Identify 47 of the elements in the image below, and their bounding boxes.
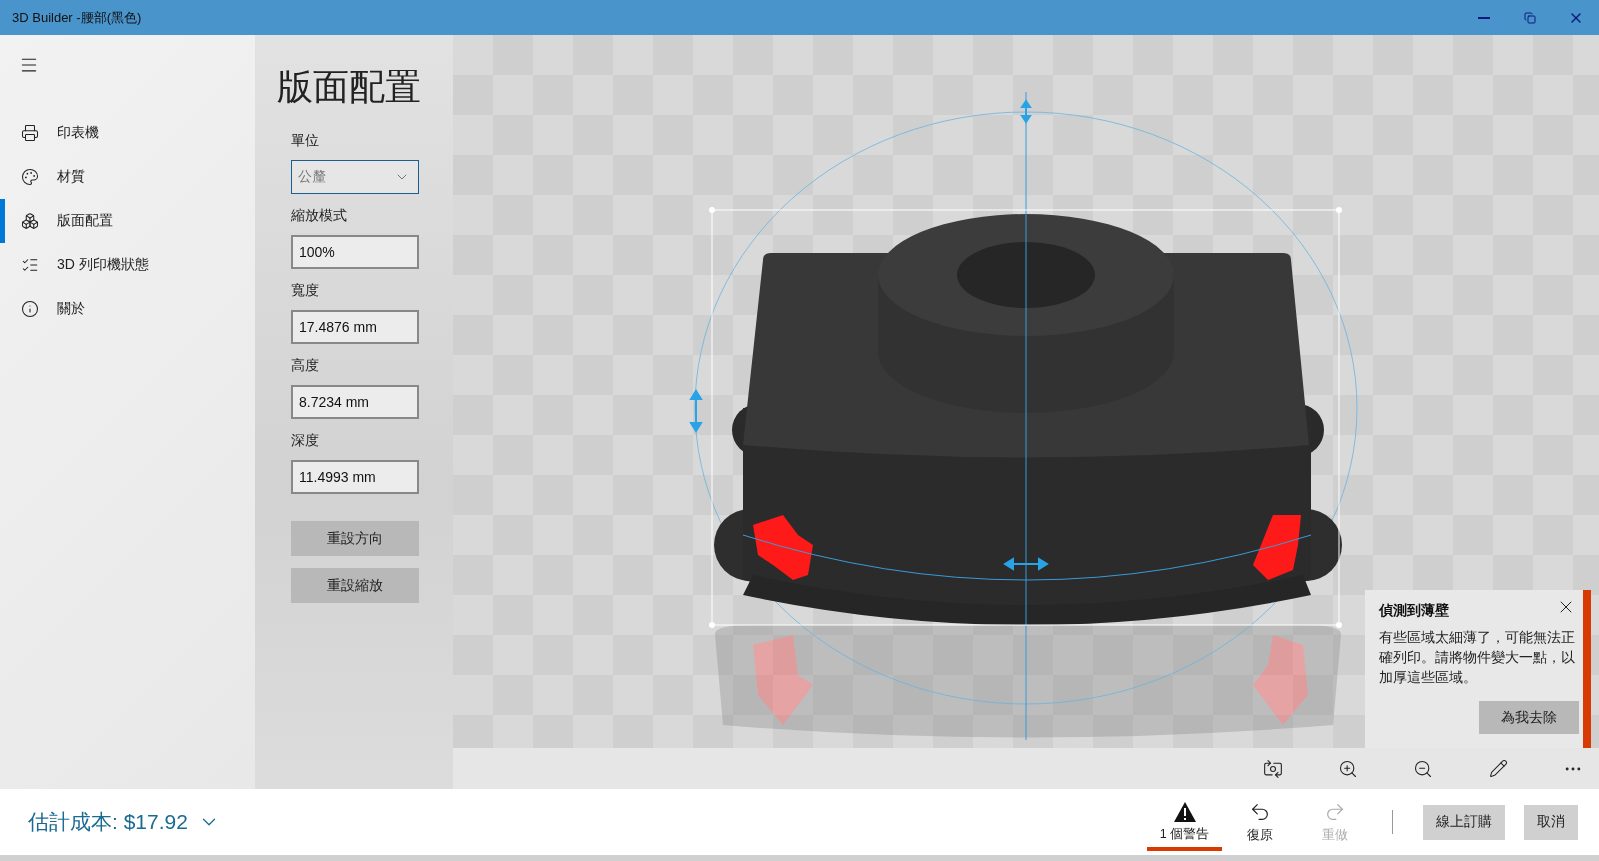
horizontal-scale-arrow[interactable] xyxy=(1003,557,1049,571)
vertical-move-arrow[interactable] xyxy=(1020,99,1032,124)
field-label: 縮放模式 xyxy=(291,207,348,225)
resize-handle[interactable] xyxy=(709,622,715,628)
build-plate-viewport[interactable]: 偵測到薄壁 有些區域太細薄了，可能無法正確列印。請將物件變大一點，以加厚這些區域。 為我去除 xyxy=(453,35,1599,748)
panel-title: 版面配置 xyxy=(277,65,422,109)
reset-button[interactable]: 重設縮放 xyxy=(291,568,419,603)
info-icon xyxy=(21,300,39,318)
sidebar-item[interactable]: 材質 xyxy=(0,155,255,199)
sidebar-item-label: 3D 列印機狀態 xyxy=(57,256,149,274)
resize-handle[interactable] xyxy=(709,207,715,213)
input-field[interactable]: 8.7234 mm xyxy=(291,385,419,419)
sidebar-item[interactable]: 關於 xyxy=(0,287,255,331)
order-online-button[interactable]: 線上訂購 xyxy=(1423,804,1505,840)
estimated-cost-dropdown[interactable]: 估計成本: $17.92 xyxy=(28,808,220,836)
field-label: 單位 xyxy=(291,132,320,150)
sidebar-item-label: 印表機 xyxy=(57,124,99,142)
vertical-scale-arrow[interactable] xyxy=(689,389,703,433)
field-label: 深度 xyxy=(291,432,320,450)
sidebar-item-label: 版面配置 xyxy=(57,212,113,230)
input-field[interactable]: 100% xyxy=(291,235,419,269)
reset-button[interactable]: 重設方向 xyxy=(291,521,419,556)
fix-button[interactable]: 為我去除 xyxy=(1479,701,1579,734)
sidebar-item[interactable]: 印表機 xyxy=(0,111,255,155)
notification-title: 偵測到薄壁 xyxy=(1379,602,1450,620)
unit-dropdown[interactable]: 公釐 xyxy=(291,160,419,194)
field-label: 高度 xyxy=(291,357,320,375)
warnings-button[interactable]: 1 個警告 xyxy=(1147,793,1222,851)
resize-handle[interactable] xyxy=(1336,207,1342,213)
checklist-icon xyxy=(21,256,39,274)
restore-icon xyxy=(1524,11,1536,24)
cubes-icon xyxy=(21,212,39,230)
minimize-icon xyxy=(1478,16,1490,19)
sidebar-item-label: 關於 xyxy=(57,300,85,318)
field-label: 寬度 xyxy=(291,282,320,300)
notification-message: 有些區域太細薄了，可能無法正確列印。請將物件變大一點，以加厚這些區域。 xyxy=(1379,629,1576,687)
palette-icon xyxy=(21,168,39,186)
undo-button[interactable]: 復原 xyxy=(1222,793,1297,851)
sidebar-item-label: 材質 xyxy=(57,168,85,186)
input-field[interactable]: 11.4993 mm xyxy=(291,460,419,494)
input-field[interactable]: 17.4876 mm xyxy=(291,310,419,344)
window-title: 3D Builder -腰部(黑色) xyxy=(12,8,142,27)
cancel-button[interactable]: 取消 xyxy=(1524,804,1578,840)
warning-icon xyxy=(1173,801,1196,822)
printer-icon xyxy=(21,124,39,142)
sidebar-item[interactable]: 3D 列印機狀態 xyxy=(0,243,255,287)
resize-handle[interactable] xyxy=(1336,622,1342,628)
